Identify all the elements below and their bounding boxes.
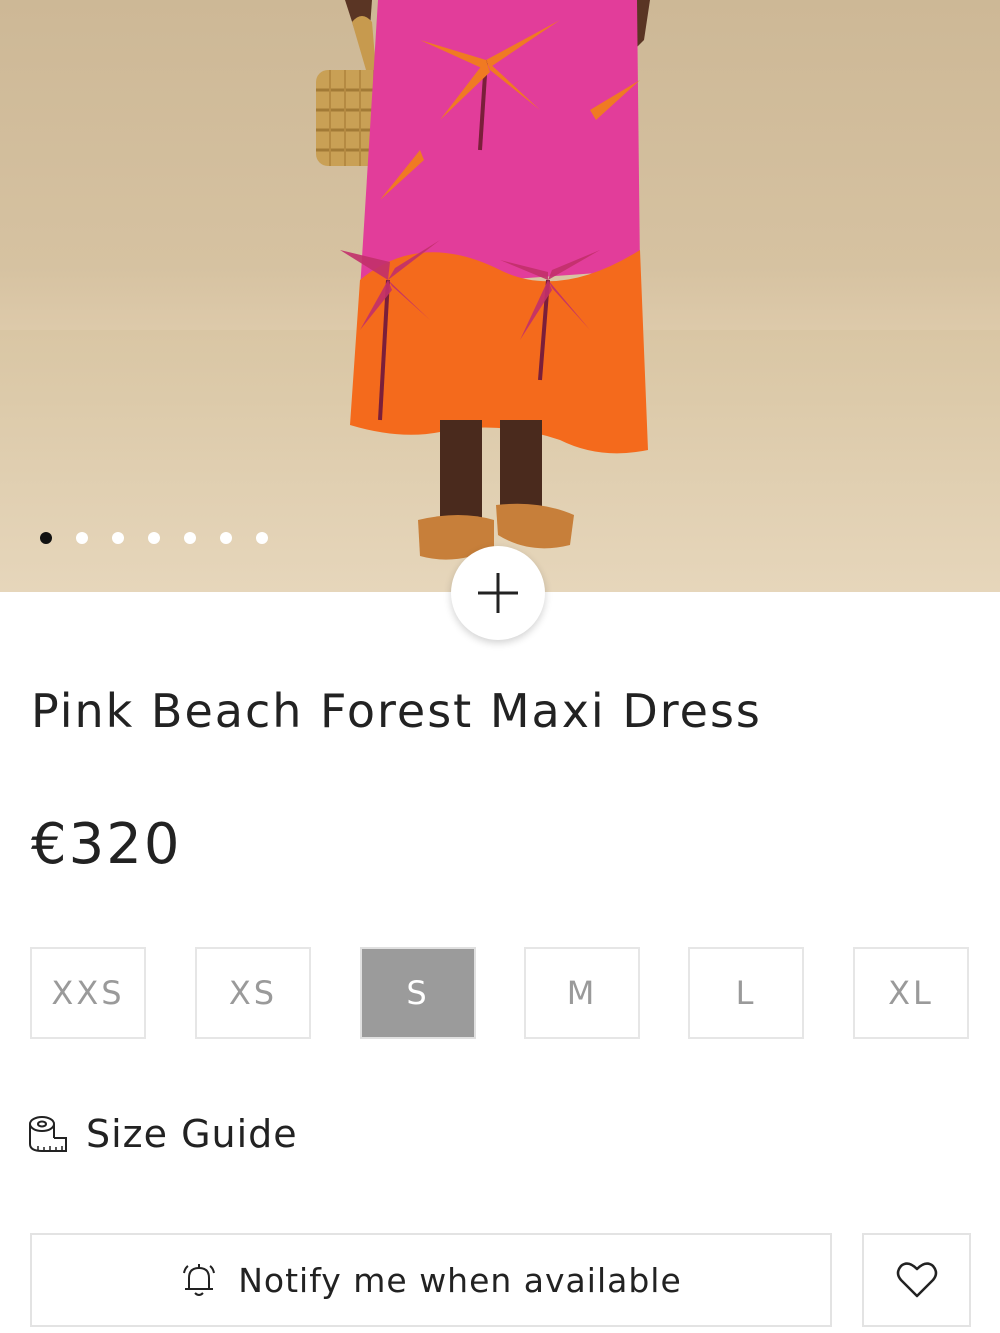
size-option-xl[interactable]: XL: [853, 947, 969, 1039]
measuring-tape-icon: [29, 1116, 67, 1152]
plus-icon: [478, 573, 518, 613]
product-title: Pink Beach Forest Maxi Dress: [31, 684, 762, 738]
size-guide-link[interactable]: Size Guide: [28, 1112, 298, 1156]
size-option-m[interactable]: M: [524, 947, 640, 1039]
carousel-dot[interactable]: [76, 532, 88, 544]
carousel-dot[interactable]: [256, 532, 268, 544]
carousel-pagination: [40, 532, 268, 544]
wishlist-button[interactable]: [862, 1233, 971, 1327]
heart-icon: [896, 1262, 937, 1298]
bell-icon: [183, 1264, 216, 1296]
notify-label: Notify me when available: [238, 1260, 682, 1300]
size-option-l[interactable]: L: [688, 947, 804, 1039]
size-guide-label: Size Guide: [86, 1112, 298, 1156]
size-option-xxs[interactable]: XXS: [30, 947, 146, 1039]
carousel-dot[interactable]: [40, 532, 52, 544]
size-selector: XXS XS S M L XL: [30, 947, 972, 1042]
carousel-dot[interactable]: [220, 532, 232, 544]
product-price: €320: [31, 812, 182, 877]
carousel-dot[interactable]: [184, 532, 196, 544]
notify-button[interactable]: Notify me when available: [30, 1233, 832, 1327]
product-image[interactable]: [0, 0, 1000, 592]
zoom-button[interactable]: [451, 546, 545, 640]
carousel-dot[interactable]: [148, 532, 160, 544]
carousel-dot[interactable]: [112, 532, 124, 544]
product-photo-illustration: [0, 0, 1000, 592]
size-option-xs[interactable]: XS: [195, 947, 311, 1039]
size-option-s[interactable]: S: [360, 947, 476, 1039]
